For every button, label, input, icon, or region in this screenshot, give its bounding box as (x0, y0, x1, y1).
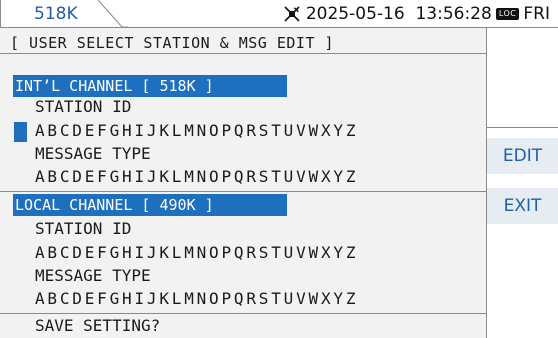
local-station-label: STATION ID (35, 219, 132, 238)
section-divider (0, 191, 486, 192)
local-channel-heading[interactable]: LOCAL CHANNEL [ 490K ] (13, 194, 287, 216)
intl-message-value[interactable]: ABCDEFGHIJKLMNOPQRSTUVWXYZ (35, 165, 358, 189)
edit-button[interactable]: EDIT (487, 138, 558, 174)
datetime-readout: 2025-05-16 13:56:28 (305, 3, 492, 24)
local-message-label: MESSAGE TYPE (35, 266, 151, 285)
title-divider (0, 53, 486, 54)
exit-button[interactable]: EXIT (487, 188, 558, 224)
intl-message-label: MESSAGE TYPE (35, 144, 151, 163)
loc-badge: LOC (495, 7, 520, 20)
softkey-divider-top (487, 127, 558, 128)
local-station-value[interactable]: ABCDEFGHIJKLMNOPQRSTUVWXYZ (35, 241, 358, 265)
satellite-dish-icon (282, 4, 302, 24)
exit-button-label: EXIT (503, 196, 542, 216)
intl-station-label: STATION ID (35, 97, 132, 116)
navtex-screen: 518K 2025-05-16 13:56:28 LOC FRI [ USER … (0, 0, 558, 338)
weekday-readout: FRI (523, 3, 550, 24)
edit-cursor (14, 122, 27, 142)
softkey-panel: EDIT EXIT (487, 28, 558, 338)
local-message-value[interactable]: ABCDEFGHIJKLMNOPQRSTUVWXYZ (35, 287, 358, 311)
save-setting-prompt[interactable]: SAVE SETTING? (35, 314, 160, 338)
main-panel: [ USER SELECT STATION & MSG EDIT ] INT’L… (0, 28, 487, 338)
status-area: 2025-05-16 13:56:28 LOC FRI (282, 0, 550, 27)
edit-button-label: EDIT (502, 146, 543, 166)
tab-divider (98, 0, 128, 28)
frequency-tab-label: 518K (34, 3, 78, 24)
intl-station-value[interactable]: ABCDEFGHIJKLMNOPQRSTUVWXYZ (35, 119, 358, 143)
frequency-tab[interactable]: 518K (12, 0, 108, 27)
intl-channel-heading[interactable]: INT’L CHANNEL [ 518K ] (13, 75, 287, 97)
status-header: 518K 2025-05-16 13:56:28 LOC FRI (0, 0, 558, 28)
